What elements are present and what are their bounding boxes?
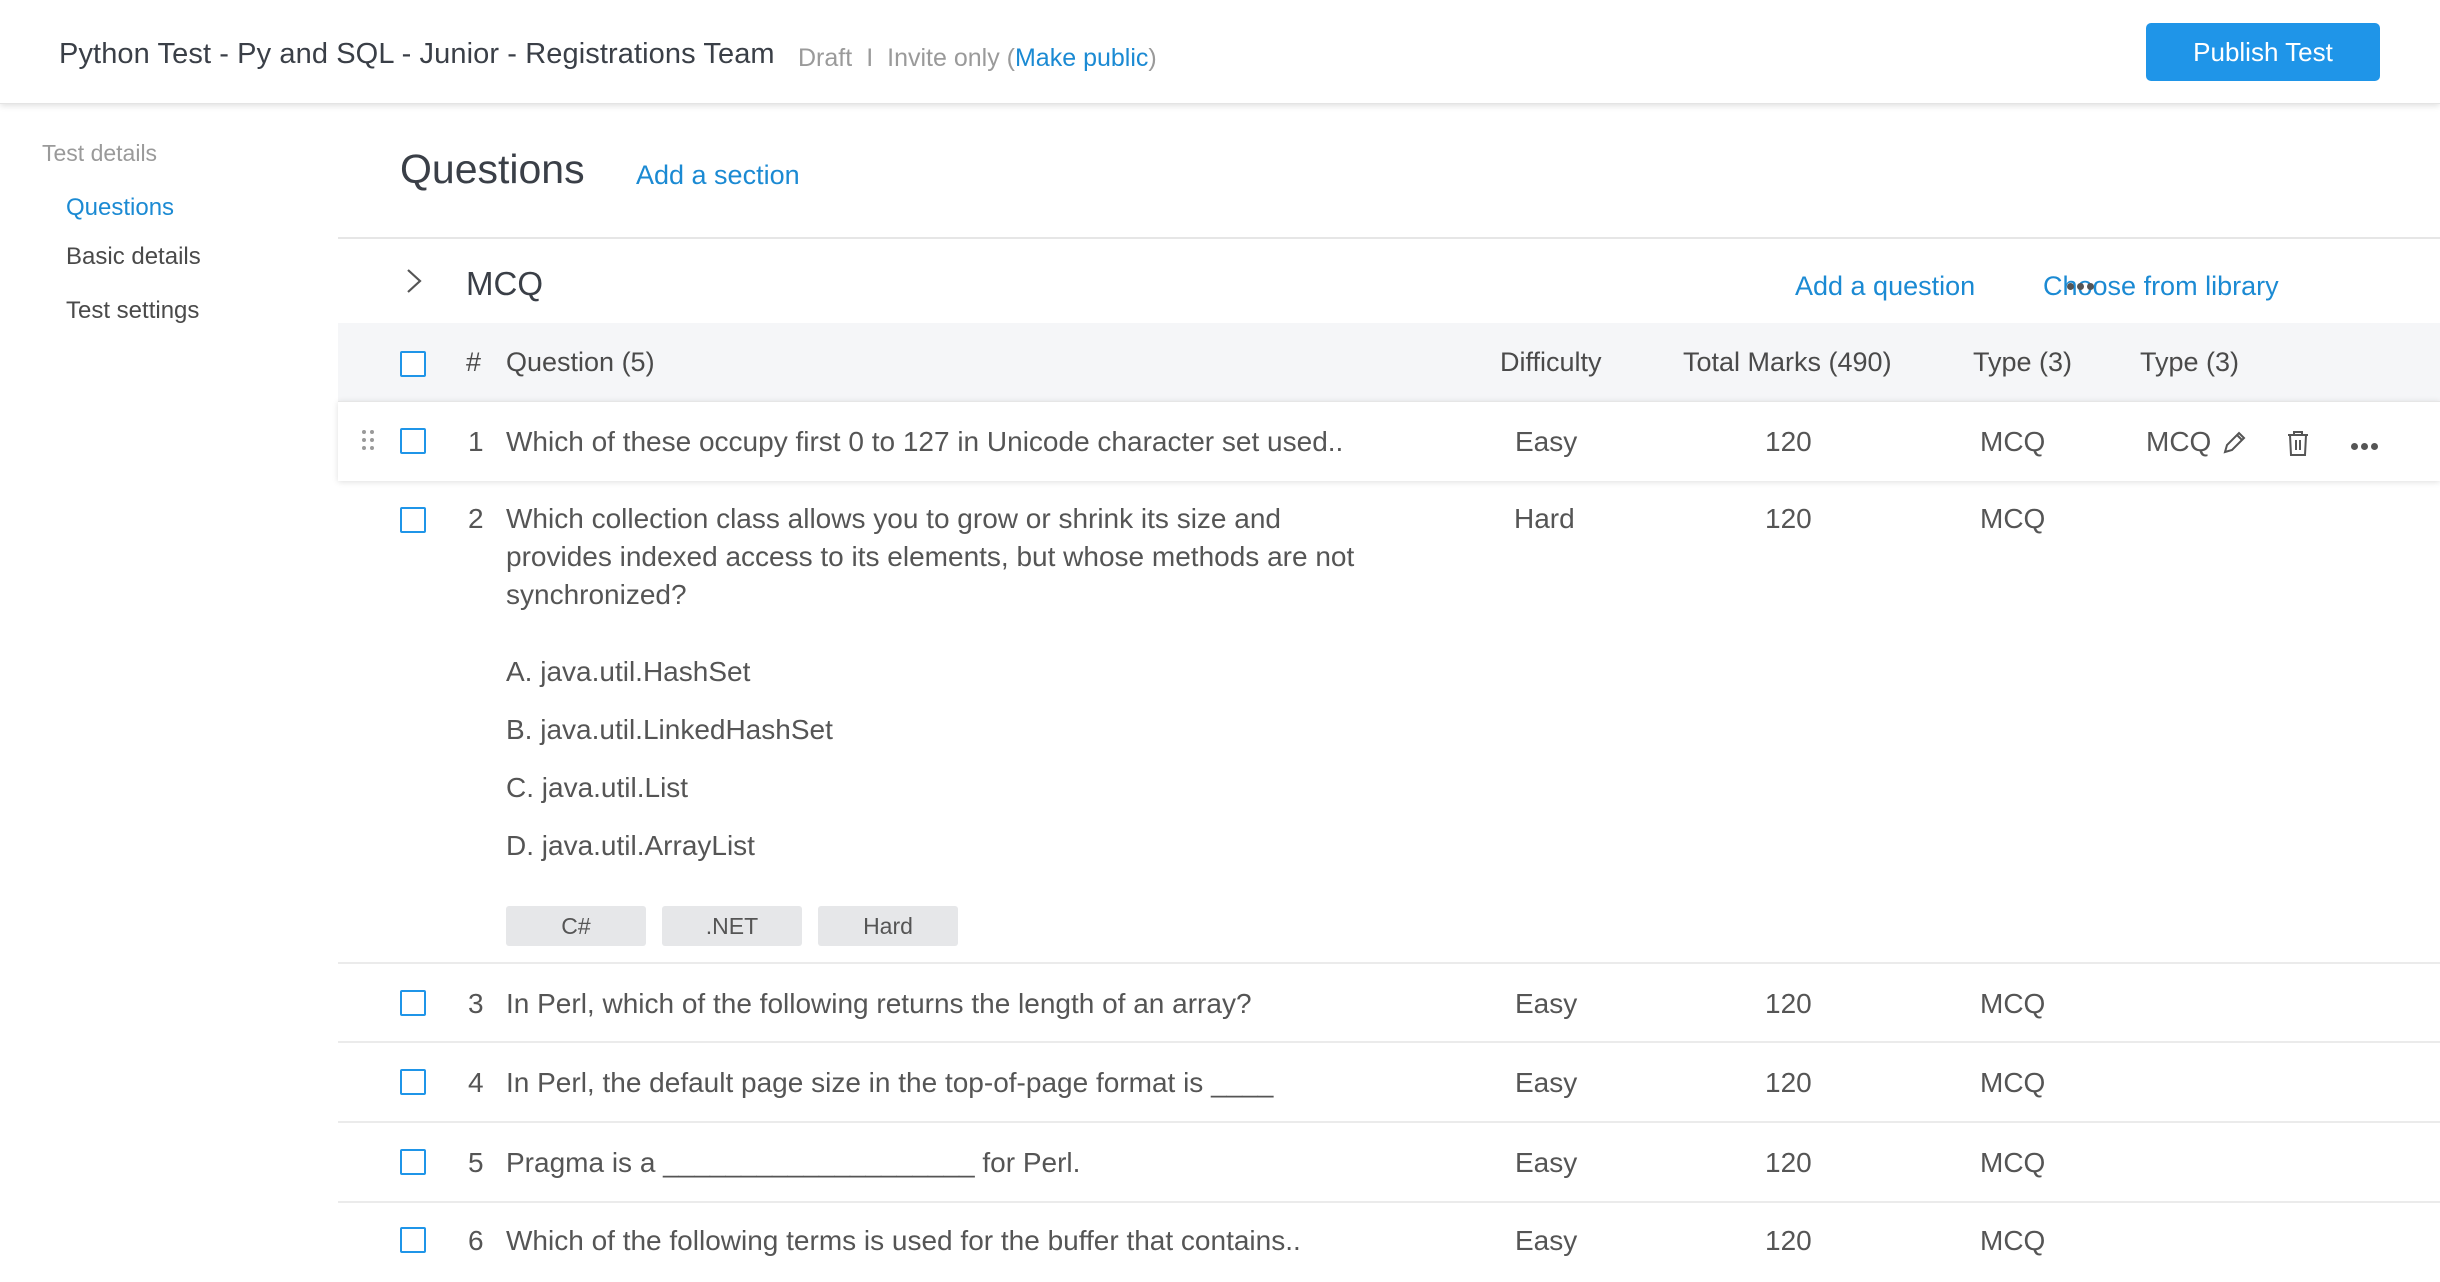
type-value: MCQ <box>1980 1147 2046 1178</box>
make-public-link[interactable]: Make public <box>1015 44 1148 72</box>
difficulty-value: Easy <box>1515 426 1578 457</box>
chevron-right-icon[interactable] <box>400 267 428 295</box>
more-horizontal-icon[interactable] <box>2067 277 2101 290</box>
publish-test-button[interactable]: Publish Test <box>2146 23 2380 81</box>
type-value: MCQ <box>1980 1225 2046 1256</box>
tag-hard[interactable]: Hard <box>818 906 958 946</box>
table-header: # Question (5) Difficulty Total Marks (4… <box>338 323 2440 401</box>
question-text-line-2[interactable]: provides indexed access to its elements,… <box>506 541 1354 573</box>
section-header: MCQ Add a question Choose from library <box>338 239 2440 325</box>
top-header: Python Test - Py and SQL - Junior - Regi… <box>0 0 2440 104</box>
answer-option-d: D. java.util.ArrayList <box>506 830 755 861</box>
difficulty-value: Easy <box>1515 1067 1578 1098</box>
answer-option-c: C. java.util.List <box>506 772 689 803</box>
table-row[interactable]: 1 Which of these occupy first 0 to 127 i… <box>338 401 2440 481</box>
answer-option-a: A. java.util.HashSet <box>506 656 751 687</box>
question-text[interactable]: Which of the following terms is used for… <box>506 1225 1301 1257</box>
test-meta: Draft I Invite only (Make public) <box>798 44 1157 73</box>
question-text[interactable]: In Perl, the default page size in the to… <box>506 1067 1273 1099</box>
tag-dotnet[interactable]: .NET <box>662 906 802 946</box>
question-text-line-3[interactable]: synchronized? <box>506 579 687 611</box>
row-checkbox[interactable] <box>400 507 426 533</box>
row-checkbox[interactable] <box>400 990 426 1016</box>
type-value-2: MCQ <box>2146 426 2212 457</box>
row-checkbox[interactable] <box>400 1069 426 1095</box>
question-text[interactable]: In Perl, which of the following returns … <box>506 988 1252 1020</box>
sidebar-item-test-settings[interactable]: Test settings <box>66 297 199 325</box>
question-text[interactable]: Pragma is a ____________________ for Per… <box>506 1147 1080 1179</box>
sidebar-item-basic-details[interactable]: Basic details <box>66 243 201 271</box>
sidebar: Test details Questions Basic details Tes… <box>0 104 338 1282</box>
col-number: # <box>466 347 482 377</box>
meta-separator: I <box>866 44 874 72</box>
add-section-link[interactable]: Add a section <box>636 160 800 191</box>
sidebar-item-questions[interactable]: Questions <box>66 194 174 222</box>
marks-value: 120 <box>1765 1225 1812 1256</box>
table-row[interactable]: 4 In Perl, the default page size in the … <box>338 1043 2440 1121</box>
table-row[interactable]: 5 Pragma is a ____________________ for P… <box>338 1123 2440 1201</box>
col-total-marks[interactable]: Total Marks (490) <box>1683 347 1892 378</box>
marks-value: 120 <box>1765 988 1812 1019</box>
trash-icon[interactable] <box>2284 428 2312 458</box>
pencil-icon[interactable] <box>2220 429 2248 457</box>
row-checkbox[interactable] <box>400 428 426 454</box>
type-value: MCQ <box>1980 503 2046 534</box>
col-difficulty[interactable]: Difficulty <box>1500 347 1602 378</box>
table-row[interactable]: 3 In Perl, which of the following return… <box>338 964 2440 1042</box>
main-content: Questions Add a section MCQ Add a questi… <box>338 104 2440 1282</box>
type-value: MCQ <box>1980 988 2046 1019</box>
drag-handle-icon[interactable] <box>362 430 376 452</box>
row-number: 4 <box>468 1067 484 1098</box>
marks-value: 120 <box>1765 1067 1812 1098</box>
difficulty-value: Easy <box>1515 988 1578 1019</box>
row-checkbox[interactable] <box>400 1149 426 1175</box>
type-value: MCQ <box>1980 1067 2046 1098</box>
invite-prefix: Invite only ( <box>887 44 1015 72</box>
sidebar-heading: Test details <box>42 140 158 166</box>
more-horizontal-icon[interactable] <box>2351 437 2385 450</box>
col-question[interactable]: Question (5) <box>506 347 655 378</box>
marks-value: 120 <box>1765 1147 1812 1178</box>
row-number: 2 <box>468 503 484 534</box>
row-number: 5 <box>468 1147 484 1178</box>
select-all-checkbox[interactable] <box>400 351 426 377</box>
row-checkbox[interactable] <box>400 1227 426 1253</box>
type-value: MCQ <box>1980 426 2046 457</box>
answer-option-b: B. java.util.LinkedHashSet <box>506 714 833 745</box>
difficulty-value: Easy <box>1515 1147 1578 1178</box>
col-type-2[interactable]: Type (3) <box>2140 347 2239 378</box>
difficulty-value: Hard <box>1514 503 1575 534</box>
marks-value: 120 <box>1765 503 1812 534</box>
section-name: MCQ <box>466 265 543 302</box>
row-number: 6 <box>468 1225 484 1256</box>
marks-value: 120 <box>1765 426 1812 457</box>
page-title: Questions <box>400 146 585 192</box>
invite-suffix: ) <box>1148 44 1157 72</box>
row-number: 3 <box>468 988 484 1019</box>
test-title: Python Test - Py and SQL - Junior - Regi… <box>59 38 775 70</box>
status-label: Draft <box>798 44 853 72</box>
question-text[interactable]: Which of these occupy first 0 to 127 in … <box>506 426 1343 458</box>
table-row[interactable]: 6 Which of the following terms is used f… <box>338 1203 2440 1281</box>
add-question-link[interactable]: Add a question <box>1795 271 1975 302</box>
difficulty-value: Easy <box>1515 1225 1578 1256</box>
row-number: 1 <box>468 426 484 457</box>
tag-csharp[interactable]: C# <box>506 906 646 946</box>
col-type[interactable]: Type (3) <box>1973 347 2072 378</box>
question-text-line-1[interactable]: Which collection class allows you to gro… <box>506 503 1281 535</box>
